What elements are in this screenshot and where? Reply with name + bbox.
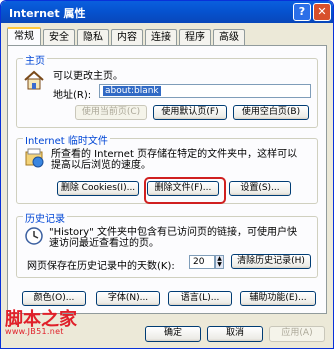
ok-button[interactable]: 确定 (145, 326, 201, 342)
history-clock-icon (23, 225, 45, 247)
window-title: Internet 属性 (9, 7, 86, 20)
history-days-label: 网页保存在历史记录中的天数(K): (27, 261, 175, 272)
temp-files-description-2: 提高以后浏览的速度。 (51, 160, 151, 171)
temp-settings-button[interactable]: 设置(S)... (229, 181, 291, 196)
tab-general[interactable]: 常规 (7, 27, 41, 47)
watermark-url: www.JB51.net (5, 327, 64, 336)
close-button[interactable]: ✕ (313, 3, 331, 21)
languages-button[interactable]: 语言(L)... (168, 291, 232, 306)
accessibility-button[interactable]: 辅助功能(E)... (240, 291, 316, 306)
clear-history-button[interactable]: 清除历史记录(H) (231, 254, 311, 269)
help-button[interactable]: ? (293, 3, 311, 21)
use-default-button[interactable]: 使用默认页(F) (153, 105, 227, 120)
temp-files-icon (23, 147, 45, 169)
apply-button[interactable]: 应用(A) (269, 326, 325, 342)
tab-connections[interactable]: 连接 (145, 29, 177, 46)
tab-content[interactable]: 内容 (111, 29, 143, 46)
tab-privacy[interactable]: 隐私 (77, 29, 109, 46)
tab-security[interactable]: 安全 (43, 29, 75, 46)
colors-button[interactable]: 颜色(O)... (22, 291, 86, 306)
fonts-button[interactable]: 字体(N)... (96, 291, 160, 306)
tab-programs[interactable]: 程序 (179, 29, 211, 46)
delete-cookies-button[interactable]: 删除 Cookies(I)... (57, 181, 139, 196)
history-description-2: 速访问最近查看过的页。 (49, 238, 159, 249)
use-blank-button[interactable]: 使用空白页(B) (233, 105, 309, 120)
home-page-group: 主页 可以更改主页。 地址(R): about:blank 使用当前页(C) 使… (16, 52, 318, 128)
history-group: 历史记录 "History" 文件夹中包含有已访问页的链接，可使用户快 速访问最… (16, 210, 318, 278)
general-tab-panel: 主页 可以更改主页。 地址(R): about:blank 使用当前页(C) 使… (7, 45, 327, 314)
home-house-icon (23, 69, 45, 91)
use-current-button[interactable]: 使用当前页(C) (75, 105, 147, 120)
delete-files-highlight (144, 177, 226, 204)
cancel-button[interactable]: 取消 (207, 326, 263, 342)
history-days-spinner[interactable]: ▲ ▼ (215, 255, 224, 269)
title-bar[interactable]: Internet 属性 ? ✕ (1, 1, 333, 23)
home-description: 可以更改主页。 (53, 71, 123, 82)
home-address-input[interactable]: about:blank (99, 84, 311, 98)
home-page-group-label: 主页 (23, 52, 47, 67)
home-address-value: about:blank (103, 86, 161, 96)
address-label: 地址(R): (53, 90, 92, 101)
tab-advanced[interactable]: 高级 (213, 29, 245, 46)
history-days-input[interactable]: 20 (189, 255, 215, 269)
internet-options-dialog: Internet 属性 ? ✕ 常规 安全 隐私 内容 连接 程序 高级 主页 … (0, 0, 334, 349)
